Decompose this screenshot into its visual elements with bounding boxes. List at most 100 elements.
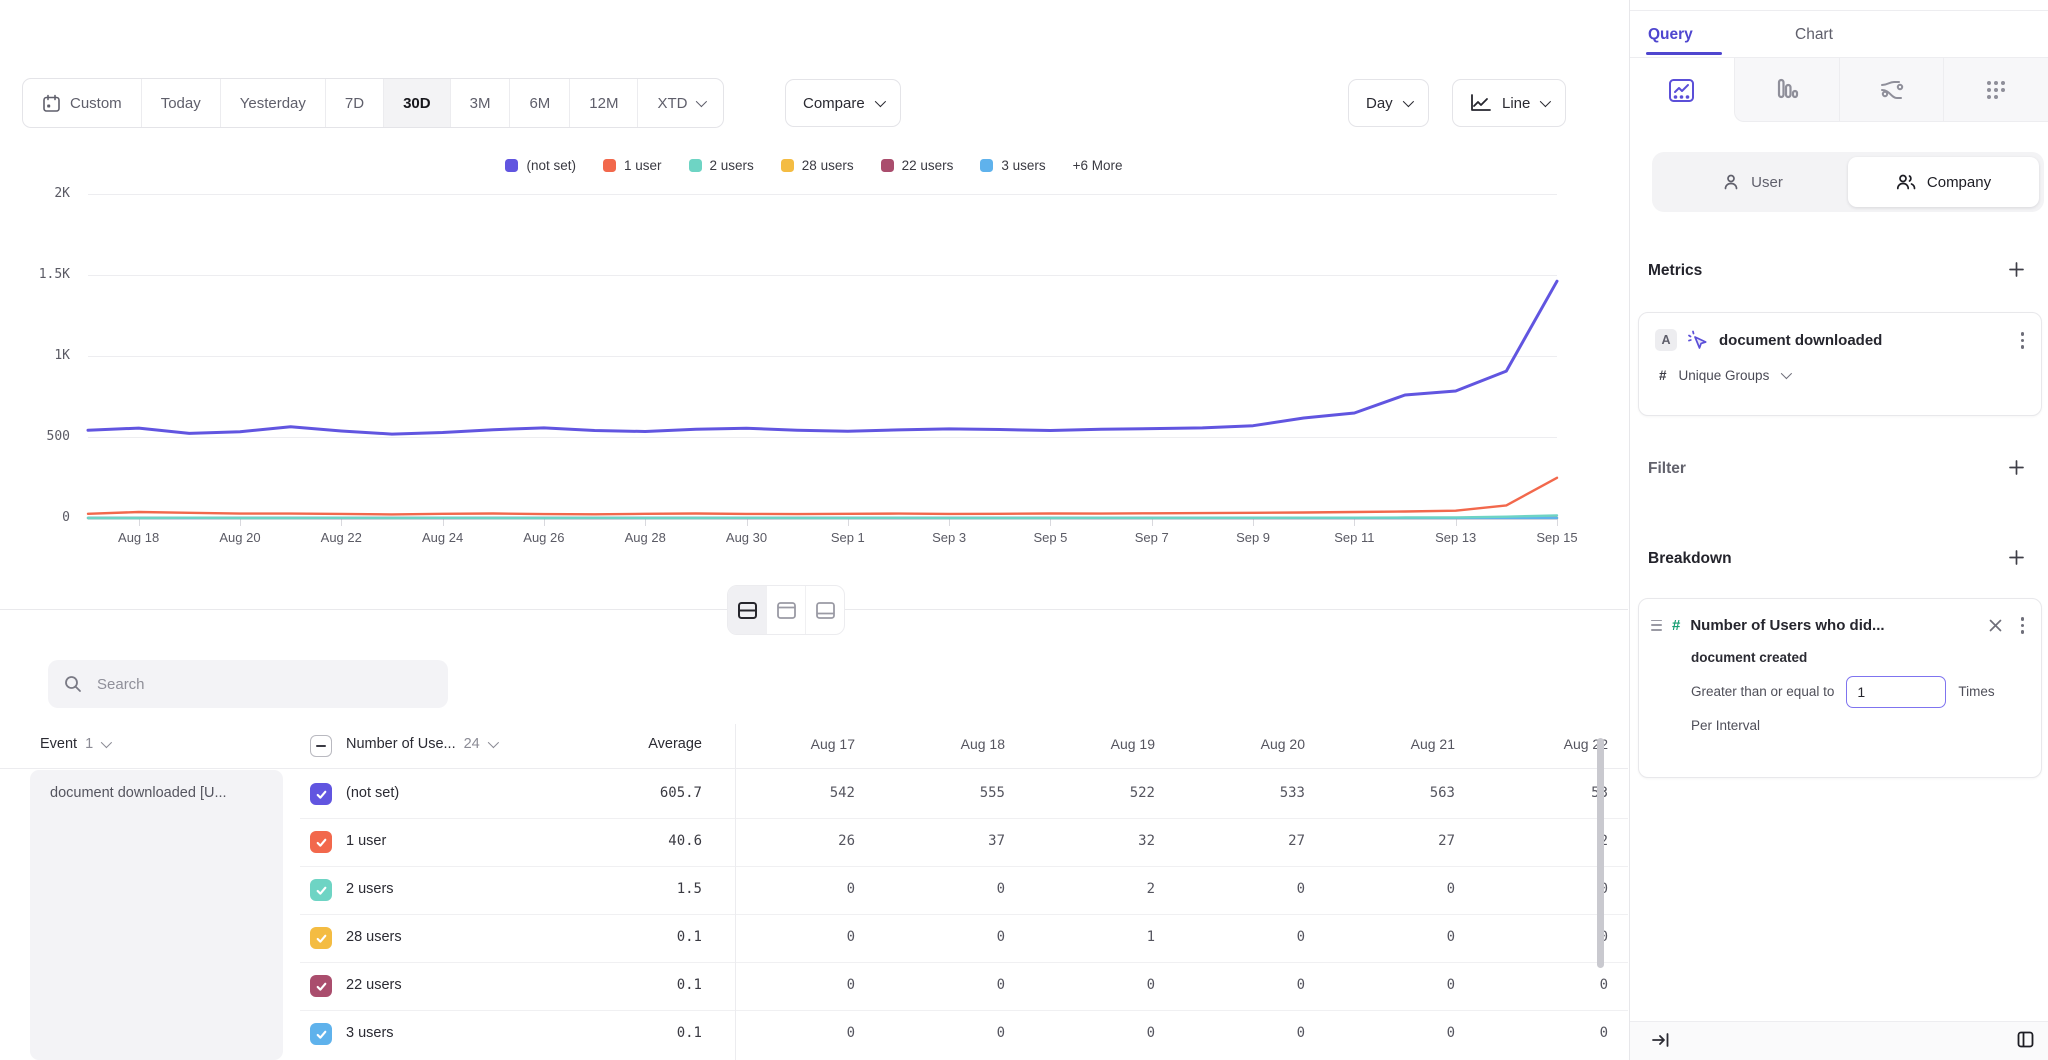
series-checkbox[interactable]: [310, 927, 332, 949]
chart-type-bar-tab[interactable]: [1734, 58, 1839, 122]
legend-item[interactable]: 22 users: [881, 158, 954, 173]
value-cell: 0: [1325, 929, 1455, 945]
value-cell: 26: [725, 833, 855, 849]
table-scrollbar[interactable]: [1597, 738, 1604, 968]
event-header-label: Event: [40, 736, 77, 752]
breakdown-event[interactable]: document created: [1639, 650, 2041, 665]
series-line-2-users: [88, 515, 1557, 518]
table-column-divider: [735, 724, 736, 1060]
range-custom-button[interactable]: Custom: [23, 79, 141, 127]
chevron-down-icon: [1402, 96, 1413, 107]
legend-swatch: [980, 159, 993, 172]
layout-table-only-button[interactable]: [805, 586, 844, 634]
compare-button[interactable]: Compare: [785, 79, 901, 127]
legend-label: 28 users: [802, 158, 854, 173]
date-column-header: Aug 20: [1175, 736, 1305, 752]
metric-kebab-menu[interactable]: [2018, 329, 2028, 352]
breakdown-title[interactable]: Number of Users who did...: [1690, 617, 1978, 634]
range-6m-button[interactable]: 6M: [509, 79, 569, 127]
average-value: 40.6: [560, 833, 702, 849]
toggle-user[interactable]: User: [1657, 157, 1848, 207]
chevron-down-icon: [1781, 368, 1792, 379]
interval-dropdown[interactable]: Day: [1348, 79, 1429, 127]
average-value: 0.1: [560, 1025, 702, 1041]
range-label: 7D: [345, 95, 364, 112]
date-column-header: Aug 22: [1478, 736, 1608, 752]
chart-type-grid-tab[interactable]: [1943, 58, 2048, 122]
range-today-button[interactable]: Today: [141, 79, 220, 127]
average-column-header: Average: [560, 736, 702, 752]
series-label: 3 users: [346, 1025, 394, 1041]
chart-type-line-tab[interactable]: [1630, 58, 1734, 122]
metric-event-name[interactable]: document downloaded: [1719, 332, 2007, 349]
toggle-company[interactable]: Company: [1848, 157, 2039, 207]
legend-more-button[interactable]: +6 More: [1073, 158, 1123, 173]
range-label: 30D: [403, 95, 431, 112]
condition-value-input[interactable]: [1846, 676, 1946, 708]
query-sidebar: Query Chart: [1629, 0, 2048, 1060]
range-label: 6M: [529, 95, 550, 112]
legend-item[interactable]: 28 users: [781, 158, 854, 173]
measure-dropdown[interactable]: # Unique Groups: [1639, 352, 2041, 383]
analytics-app: CustomTodayYesterday 7D 30D 3M 6M 12MXTD Comp…: [0, 0, 2048, 1060]
users-icon: [1896, 173, 1916, 191]
legend-label: 2 users: [710, 158, 754, 173]
value-cell: 2: [1025, 881, 1155, 897]
legend-label: (not set): [526, 158, 576, 173]
range-7d-button[interactable]: 7D: [325, 79, 383, 127]
series-checkbox[interactable]: [310, 975, 332, 997]
value-cell: 0: [1325, 1025, 1455, 1041]
chart-type-dropdown[interactable]: Line: [1452, 79, 1566, 127]
range-3m-button[interactable]: 3M: [450, 79, 510, 127]
value-cell: 0: [875, 929, 1005, 945]
split-panel-icon[interactable]: [2017, 1031, 2034, 1053]
value-cell: 0: [1478, 881, 1608, 897]
close-icon[interactable]: [1989, 619, 2002, 632]
range-12m-button[interactable]: 12M: [569, 79, 637, 127]
search-input[interactable]: [95, 675, 432, 694]
add-breakdown-button[interactable]: [2009, 550, 2024, 570]
indeterminate-mark: [316, 745, 326, 747]
range-yesterday-button[interactable]: Yesterday: [220, 79, 325, 127]
series-label: (not set): [346, 785, 399, 801]
row-divider: [300, 866, 1628, 867]
date-range-group: CustomTodayYesterday 7D 30D 3M 6M 12MXTD: [22, 78, 724, 128]
series-checkbox[interactable]: [310, 879, 332, 901]
breakdown-kebab-menu[interactable]: [2018, 614, 2028, 637]
legend-item[interactable]: 2 users: [689, 158, 754, 173]
legend-label: 22 users: [902, 158, 954, 173]
range-30d-button[interactable]: 30D: [383, 79, 450, 127]
collapse-panel-icon[interactable]: [1652, 1032, 1670, 1053]
value-cell: 27: [1175, 833, 1305, 849]
tab-query[interactable]: Query: [1648, 26, 1693, 44]
legend-item[interactable]: 3 users: [980, 158, 1045, 173]
measure-label: Unique Groups: [1679, 368, 1770, 383]
add-filter-button[interactable]: [2009, 460, 2024, 480]
average-value: 0.1: [560, 977, 702, 993]
value-cell: 0: [725, 881, 855, 897]
per-interval-label[interactable]: Per Interval: [1639, 718, 2041, 733]
series-column-header[interactable]: Number of Use... 24: [346, 736, 496, 752]
range-xtd-button[interactable]: XTD: [637, 79, 723, 127]
row-divider: [300, 914, 1628, 915]
tab-chart[interactable]: Chart: [1795, 26, 1833, 44]
chart-type-flows-tab[interactable]: [1839, 58, 1944, 122]
layout-split-button[interactable]: [728, 586, 766, 634]
select-all-checkbox[interactable]: [310, 735, 332, 757]
event-column-header[interactable]: Event 1: [40, 736, 109, 752]
layout-chart-only-button[interactable]: [766, 586, 805, 634]
toggle-company-label: Company: [1927, 174, 1991, 191]
toggle-user-label: User: [1751, 174, 1783, 191]
drag-handle-icon[interactable]: [1651, 620, 1662, 631]
legend-item[interactable]: (not set): [505, 158, 576, 173]
event-list-item[interactable]: document downloaded [U...: [30, 770, 283, 801]
series-checkbox[interactable]: [310, 783, 332, 805]
add-metric-button[interactable]: [2009, 262, 2024, 282]
value-cell: 0: [1478, 977, 1608, 993]
legend-item[interactable]: 1 user: [603, 158, 662, 173]
metric-card: A document downloaded # Unique Groups: [1638, 312, 2042, 416]
series-label: 22 users: [346, 977, 402, 993]
series-checkbox[interactable]: [310, 1023, 332, 1045]
series-checkbox[interactable]: [310, 831, 332, 853]
breakdown-card: # Number of Users who did... document cr…: [1638, 598, 2042, 778]
